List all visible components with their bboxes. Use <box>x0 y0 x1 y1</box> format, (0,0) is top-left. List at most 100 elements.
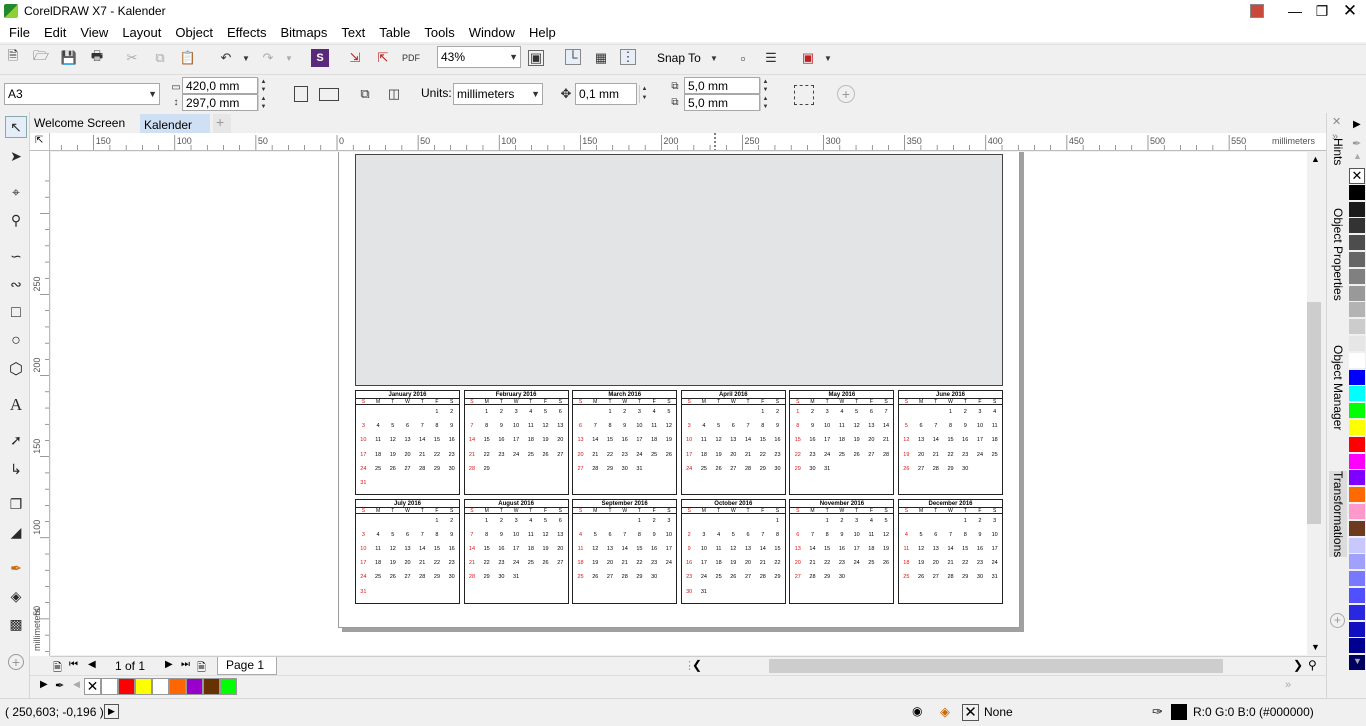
month-calendar[interactable]: February 2016 S M T W T F S 1 2 3 4 5 6 7 8 9 10 11 12 13 14 1… <box>463 390 569 495</box>
month-calendar[interactable]: June 2016 S M T W T F S 1 2 3 4 5 6 7 8 9 10 11 12 13 14 15 16 1… <box>898 390 1003 495</box>
undo-dropdown-icon[interactable]: ▼ <box>238 50 254 66</box>
menu-effects[interactable]: Effects <box>220 25 274 40</box>
fill-none-swatch[interactable]: ✕ <box>962 704 979 721</box>
paper-size-combo[interactable]: A3 ▼ <box>4 83 160 105</box>
zoom-navigator-icon[interactable]: ⚲ <box>1308 658 1317 672</box>
duplicate-y-spinner[interactable]: ▲ ▼ <box>760 95 770 111</box>
palette-swatch[interactable] <box>1349 218 1365 235</box>
month-calendar[interactable]: April 2016 S M T W T F S 1 2 3 4 5 6 7 8 9 10 11 12 13 14 15 16… <box>680 390 786 495</box>
palette-swatch[interactable] <box>1349 352 1365 369</box>
add-docker-icon[interactable]: + <box>1330 613 1345 628</box>
export-icon[interactable]: ⇱ <box>375 50 391 66</box>
page-height-spinner[interactable]: ▲ ▼ <box>258 95 268 111</box>
document-palette-swatch[interactable] <box>169 678 186 695</box>
scroll-down-icon[interactable]: ▼ <box>1311 642 1320 652</box>
redo-dropdown-icon[interactable]: ▼ <box>281 50 297 66</box>
palette-swatch[interactable]: ✕ <box>1349 168 1365 184</box>
expand-status-icon[interactable]: ▶ <box>104 704 119 719</box>
open-icon[interactable]: 🗁 <box>33 48 49 66</box>
outline-color-swatch[interactable] <box>1171 704 1187 720</box>
palette-swatch[interactable] <box>1349 201 1365 218</box>
ruler-origin[interactable]: ⇱ <box>30 133 50 151</box>
full-screen-preview-icon[interactable]: ▣ <box>528 50 544 66</box>
palette-scroll-right-icon[interactable]: ▶ <box>1353 119 1361 130</box>
duplicate-x-spinner[interactable]: ▲ ▼ <box>760 78 770 94</box>
welcome-screen-icon[interactable]: ▫ <box>735 50 751 66</box>
color-proof-icon[interactable]: ◉ <box>912 704 922 718</box>
eyedropper-icon[interactable]: ✒ <box>5 557 27 579</box>
menu-view[interactable]: View <box>73 25 115 40</box>
docker-tab-transformations[interactable]: Transformations <box>1329 471 1347 558</box>
menu-table[interactable]: Table <box>372 25 417 40</box>
show-grid-icon[interactable]: ▦ <box>593 50 609 66</box>
palette-scroll-down-icon[interactable]: ▼ <box>1353 656 1362 666</box>
page-tab-page-1[interactable]: Page 1 <box>217 657 277 675</box>
palette-swatch[interactable] <box>1349 520 1365 537</box>
duplicate-distance-y-field[interactable]: 5,0 mm <box>684 94 760 111</box>
tab-kalender[interactable]: Kalender <box>140 114 210 133</box>
palette-swatch[interactable] <box>1349 621 1365 638</box>
pick-tool-icon[interactable]: ↖ <box>5 116 27 138</box>
document-palette-scroll-icon[interactable]: ▶ <box>40 679 48 690</box>
first-page-icon[interactable]: ⏮ <box>69 659 78 670</box>
photo-placeholder[interactable] <box>355 154 1003 386</box>
next-page-icon[interactable]: ▶ <box>165 659 173 670</box>
document-palette-swatch[interactable] <box>186 678 203 695</box>
palette-swatch[interactable] <box>1349 319 1365 336</box>
previous-page-icon[interactable]: ◀ <box>88 659 96 670</box>
palette-swatch[interactable] <box>1349 436 1365 453</box>
nudge-distance-field[interactable]: 0,1 mm <box>575 83 637 105</box>
crop-tool-icon[interactable]: ⌖ <box>5 181 27 203</box>
text-tool-icon[interactable]: A <box>5 394 27 416</box>
undo-icon[interactable]: ↶ <box>218 50 234 66</box>
vertical-scrollbar[interactable]: ▲ ▼ <box>1307 152 1325 655</box>
launcher-dropdown-icon[interactable]: ▼ <box>820 50 836 66</box>
menu-layout[interactable]: Layout <box>115 25 168 40</box>
palette-swatch[interactable] <box>1349 604 1365 621</box>
publish-pdf-icon[interactable]: PDF <box>402 50 420 66</box>
document-palette-scroll-left-icon[interactable]: ◀ <box>73 679 80 690</box>
no-color-swatch[interactable]: ✕ <box>84 678 101 695</box>
paste-icon[interactable]: 📋 <box>180 50 196 66</box>
landscape-icon[interactable] <box>319 88 339 101</box>
page-width-field[interactable]: 420,0 mm <box>182 77 258 94</box>
palette-eyedropper-icon[interactable]: ✒ <box>1352 137 1361 150</box>
menu-text[interactable]: Text <box>334 25 372 40</box>
page[interactable]: January 2016 S M T W T F S 1 2 3 4 5 6 7 8 9 10 11 12 13 14 15… <box>338 152 1020 628</box>
cut-icon[interactable]: ✂ <box>124 50 140 66</box>
palette-swatch[interactable] <box>1349 571 1365 588</box>
docker-tab-hints[interactable]: Hints <box>1329 138 1347 165</box>
menu-help[interactable]: Help <box>522 25 563 40</box>
new-document-icon[interactable]: 🗎 <box>5 48 21 66</box>
scroll-left-icon[interactable]: ❮ <box>692 658 702 672</box>
portrait-icon[interactable] <box>294 86 308 102</box>
month-calendar[interactable]: September 2016 S M T W T F S 1 2 3 4 5 6 7 8 9 10 11 12 13 14… <box>572 498 678 604</box>
freehand-tool-icon[interactable]: ∽ <box>5 245 27 267</box>
snap-to-button[interactable]: Snap To <box>657 51 701 65</box>
docker-tab-object-manager[interactable]: Object Manager <box>1329 345 1347 430</box>
redo-icon[interactable]: ↷ <box>260 50 276 66</box>
zoom-tool-icon[interactable]: ⚲ <box>5 209 27 231</box>
transparency-icon[interactable]: ◢ <box>5 521 27 543</box>
month-calendar[interactable]: November 2016 S M T W T F S 1 2 3 4 5 6 7 8 9 10 11 12 13 14 1… <box>789 498 895 604</box>
outline-pen-icon[interactable]: ✑ <box>1152 704 1163 720</box>
current-page-icon[interactable]: ◫ <box>386 86 402 102</box>
interactive-fill-icon[interactable]: ◈ <box>5 585 27 607</box>
palette-scroll-up-icon[interactable]: ▲ <box>1353 151 1362 161</box>
horizontal-scroll-thumb[interactable] <box>769 659 1223 673</box>
palette-swatch[interactable] <box>1349 554 1365 571</box>
user-account-icon[interactable] <box>1242 0 1272 22</box>
all-pages-icon[interactable]: ⧉ <box>357 86 373 102</box>
palette-swatch[interactable] <box>1349 252 1365 268</box>
add-tool-icon[interactable]: + <box>8 654 24 670</box>
artistic-media-icon[interactable]: ∾ <box>5 273 27 295</box>
corel-connect-icon[interactable]: S <box>311 49 329 67</box>
polygon-tool-icon[interactable]: ⬡ <box>5 358 27 380</box>
docker-tab-object-properties[interactable]: Object Properties <box>1329 208 1347 301</box>
save-icon[interactable]: 💾 <box>61 50 77 66</box>
menu-tools[interactable]: Tools <box>417 25 461 40</box>
palette-swatch[interactable] <box>1349 638 1365 655</box>
show-guidelines-icon[interactable]: ⋮ <box>620 49 636 65</box>
month-calendar[interactable]: October 2016 S M T W T F S 1 2 3 4 5 6 7 8 9 10 11 12 13 14 15… <box>680 498 786 604</box>
shape-tool-icon[interactable]: ➤ <box>5 145 27 167</box>
